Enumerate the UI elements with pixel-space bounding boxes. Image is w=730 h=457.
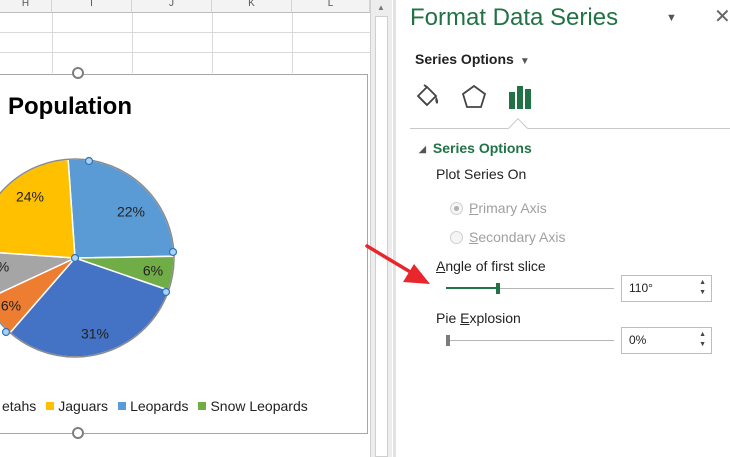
tab-separator (410, 128, 730, 129)
collapse-triangle-icon[interactable]: ◢ (419, 144, 426, 154)
slice-data-label[interactable]: 6% (1, 298, 21, 314)
column-header-j[interactable]: J (132, 0, 212, 13)
screenshot: H I J K L Population 24%22%6%31%6%% etah… (0, 0, 730, 457)
angle-of-first-slice-label: Angle of first slice (436, 258, 546, 274)
slice-selection-handle[interactable] (168, 247, 178, 257)
slice-selection-handle[interactable] (1, 327, 11, 337)
radio-button[interactable] (450, 230, 463, 244)
chart-resize-handle-bottom[interactable] (72, 427, 84, 439)
column-header-i[interactable]: I (52, 0, 132, 13)
angle-slider[interactable] (446, 283, 614, 294)
legend-label: etahs (2, 398, 37, 414)
pie-slice-jaguars[interactable] (0, 158, 76, 259)
legend-item[interactable]: Snow Leopards (198, 398, 308, 414)
legend-label: Leopards (130, 398, 189, 414)
legend-swatch (198, 402, 207, 411)
legend-item[interactable]: etahs (0, 398, 36, 414)
gridline (0, 32, 370, 33)
pane-options-dropdown-icon[interactable]: ▼ (666, 12, 677, 24)
series-options-dropdown[interactable]: Series Options ▼ (415, 51, 530, 67)
legend-item[interactable]: Jaguars (46, 398, 108, 414)
section-title: Series Options (432, 140, 532, 156)
explosion-spin-box[interactable]: 0% ▲ ▼ (621, 327, 712, 354)
gridline (292, 13, 293, 73)
secondary-axis-radio[interactable]: Secondary Axis (450, 229, 566, 245)
pane-title: Format Data Series (410, 4, 619, 31)
chart-legend[interactable]: etahs Jaguars Leopards Snow Leopards (0, 398, 318, 414)
fill-line-icon[interactable] (414, 82, 442, 112)
gridline (212, 13, 213, 73)
series-options-icon[interactable] (506, 82, 534, 112)
series-options-section-header[interactable]: ◢ Series Options (419, 140, 532, 156)
active-tab-indicator (508, 118, 528, 138)
explosion-value[interactable]: 0% (629, 333, 646, 347)
slice-data-label[interactable]: % (0, 259, 9, 275)
chart-resize-handle-top[interactable] (72, 67, 84, 79)
primary-axis-label: Primary Axis (469, 200, 547, 216)
close-icon[interactable]: ✕ (714, 4, 730, 29)
scrollbar-thumb[interactable] (375, 16, 388, 457)
worksheet[interactable]: H I J K L Population 24%22%6%31%6%% etah… (0, 0, 370, 457)
angle-spin-box[interactable]: 110° ▲ ▼ (621, 275, 712, 302)
slice-selection-handle[interactable] (70, 253, 80, 263)
effects-icon[interactable] (460, 82, 488, 112)
legend-swatch (46, 402, 55, 411)
column-header-l[interactable]: L (292, 0, 370, 13)
slice-selection-handle[interactable] (161, 287, 171, 297)
series-options-dropdown-label: Series Options (415, 51, 514, 67)
explosion-slider[interactable] (446, 335, 614, 346)
slice-selection-handle[interactable] (84, 156, 94, 166)
slice-data-label[interactable]: 31% (81, 326, 109, 342)
pie-plot[interactable]: 24% 22% 6% 31% 6%% (0, 75, 368, 435)
secondary-axis-label: Secondary Axis (469, 229, 566, 245)
scroll-up-arrow-icon[interactable]: ▲ (377, 3, 385, 12)
slice-data-label[interactable]: 24% (16, 189, 44, 205)
vertical-scrollbar[interactable]: ▲ (370, 0, 392, 457)
pie-explosion-label: Pie Explosion (436, 310, 521, 326)
legend-item[interactable]: Leopards (118, 398, 188, 414)
gridline (52, 13, 53, 73)
plot-series-on-label: Plot Series On (436, 166, 527, 182)
gridline (132, 13, 133, 73)
spin-arrows-icon[interactable]: ▲ ▼ (699, 278, 706, 298)
explosion-slider-thumb[interactable] (446, 335, 450, 346)
spin-arrows-icon[interactable]: ▲ ▼ (699, 330, 706, 350)
angle-slider-thumb[interactable] (496, 283, 501, 294)
format-data-series-pane: Format Data Series ▼ ✕ Series Options ▼ ◢… (396, 0, 730, 457)
gridline (0, 52, 370, 53)
chevron-down-icon: ▼ (519, 56, 530, 67)
slice-data-label[interactable]: 6% (143, 263, 163, 279)
angle-value[interactable]: 110° (629, 281, 653, 295)
radio-button[interactable] (450, 201, 463, 215)
legend-swatch (118, 402, 127, 411)
primary-axis-radio[interactable]: Primary Axis (450, 200, 547, 216)
column-header-k[interactable]: K (212, 0, 292, 13)
legend-label: Jaguars (58, 398, 109, 414)
pie-chart[interactable]: Population 24%22%6%31%6%% etahsJaguarsLe… (0, 74, 368, 434)
slice-data-label[interactable]: 22% (117, 204, 145, 220)
legend-label: Snow Leopards (210, 398, 308, 414)
angle-slider-fill (446, 287, 499, 289)
column-header-h[interactable]: H (0, 0, 52, 13)
